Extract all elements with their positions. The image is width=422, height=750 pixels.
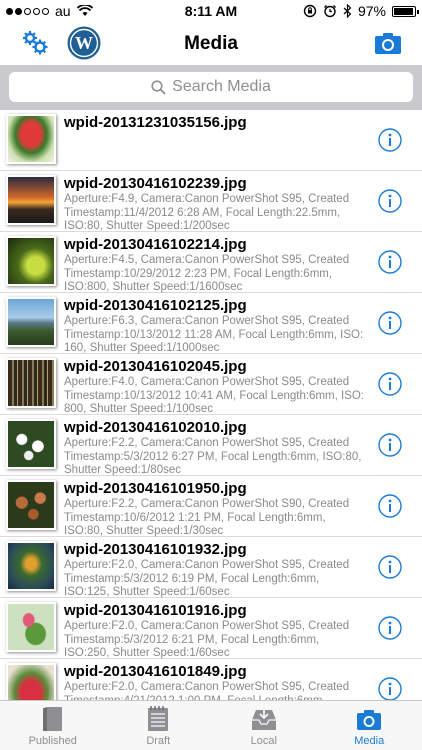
media-filename: wpid-20130416101932.jpg [64,541,247,558]
media-filename: wpid-20131231035156.jpg [64,114,247,131]
info-icon[interactable] [378,677,402,700]
tab-label: Local [250,735,277,747]
camera-icon[interactable] [374,31,402,55]
media-details: Aperture:F4.0, Camera:Canon PowerShot S9… [64,376,365,415]
tab-local[interactable]: Local [211,701,317,750]
search-placeholder: Search Media [172,78,271,95]
media-row[interactable]: wpid-20130416102239.jpg Aperture:F4.9, C… [0,171,422,232]
media-details: Aperture:F4.9, Camera:Canon PowerShot S9… [64,193,350,232]
media-details: Aperture:F2.2, Camera:Canon PowerShot S9… [64,437,362,476]
tab-published[interactable]: Published [0,701,106,750]
camera-icon [357,710,382,730]
info-icon[interactable] [378,189,402,213]
status-bar: au 8:11 AM 97% [0,0,422,22]
page-title: Media [184,33,238,54]
media-filename: wpid-20130416102045.jpg [64,358,247,375]
media-details: Aperture:F4.5, Camera:Canon PowerShot S9… [64,254,350,293]
media-row[interactable]: wpid-20130416101950.jpg Aperture:F2.2, C… [0,476,422,537]
search-bar: Search Media [0,65,422,110]
tab-label: Published [28,735,77,747]
media-details: Aperture:F2.0, Camera:Canon PowerShot S9… [64,559,350,598]
media-row[interactable]: wpid-20130416101849.jpg Aperture:F2.0, C… [0,659,422,700]
media-thumbnail [6,175,56,225]
inbox-tray-icon [251,708,276,730]
media-thumbnail [6,480,56,530]
media-thumbnail [6,541,56,591]
rotation-lock-icon [303,4,317,18]
tab-draft[interactable]: Draft [106,701,212,750]
media-details: Aperture:F2.0, Camera:Canon PowerShot S9… [64,681,350,700]
search-input[interactable]: Search Media [9,72,413,102]
media-row[interactable]: wpid-20130416102010.jpg Aperture:F2.2, C… [0,415,422,476]
media-details: Aperture:F2.2, Camera:Canon PowerShot S9… [64,498,350,537]
info-icon[interactable] [378,494,402,518]
media-filename: wpid-20130416102125.jpg [64,297,247,314]
media-thumbnail [6,419,56,469]
navigation-bar: W Media [0,22,422,65]
battery-percent: 97% [357,3,386,19]
media-filename: wpid-20130416102239.jpg [64,175,247,192]
info-icon[interactable] [378,433,402,457]
media-details: Aperture:F2.0, Camera:Canon PowerShot S9… [64,620,350,659]
media-list: wpid-20131231035156.jpg wpid-20130416102… [0,110,422,700]
media-filename: wpid-20130416101950.jpg [64,480,247,497]
media-filename: wpid-20130416101916.jpg [64,602,247,619]
tab-label: Media [354,735,385,747]
media-thumbnail [6,114,56,164]
info-icon[interactable] [378,311,402,335]
book-icon [42,707,62,731]
media-row[interactable]: wpid-20130416101916.jpg Aperture:F2.0, C… [0,598,422,659]
tab-label: Draft [146,735,171,747]
tab-media[interactable]: Media [317,701,422,750]
media-row[interactable]: wpid-20130416101932.jpg Aperture:F2.0, C… [0,537,422,598]
media-details: Aperture:F6.3, Camera:Canon PowerShot S9… [64,315,364,354]
info-icon[interactable] [378,128,402,152]
tab-bar: Published Draft Local Media [0,700,422,750]
media-thumbnail [6,663,56,700]
media-thumbnail [6,297,56,347]
info-icon[interactable] [378,555,402,579]
media-row[interactable]: wpid-20130416102045.jpg Aperture:F4.0, C… [0,354,422,415]
info-icon[interactable] [378,372,402,396]
media-filename: wpid-20130416102010.jpg [64,419,247,436]
media-row[interactable]: wpid-20130416102214.jpg Aperture:F4.5, C… [0,232,422,293]
status-right: 97% [303,3,419,19]
bluetooth-icon [343,4,352,18]
media-thumbnail [6,602,56,652]
media-row[interactable]: wpid-20130416102125.jpg Aperture:F6.3, C… [0,293,422,354]
notepad-icon [148,706,169,731]
battery-icon [392,5,419,17]
alarm-clock-icon [323,5,336,18]
media-thumbnail [6,358,56,408]
media-filename: wpid-20130416102214.jpg [64,236,247,253]
battery-fill [394,7,414,15]
info-icon[interactable] [378,250,402,274]
info-icon[interactable] [378,616,402,640]
media-row[interactable]: wpid-20131231035156.jpg [0,110,422,171]
search-icon [151,79,166,95]
media-thumbnail [6,236,56,286]
media-filename: wpid-20130416101849.jpg [64,663,247,680]
